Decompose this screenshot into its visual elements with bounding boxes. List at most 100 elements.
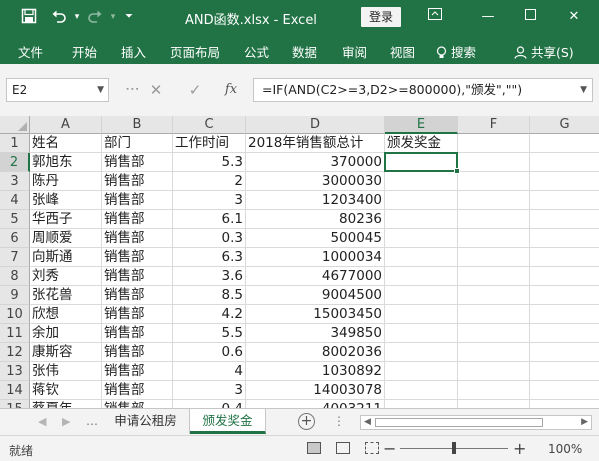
row-header[interactable]: 12 <box>0 343 30 362</box>
cancel-formula-button[interactable]: ✕ <box>144 78 168 102</box>
cell-b15[interactable]: 销售部 <box>102 400 173 408</box>
column-header-d[interactable]: D <box>246 116 385 134</box>
cell-c11[interactable]: 5.5 <box>173 324 246 343</box>
fill-handle[interactable] <box>454 168 460 174</box>
expand-formula-icon[interactable]: ▼ <box>580 79 587 101</box>
cell-f3[interactable] <box>458 172 530 191</box>
cell-a12[interactable]: 康斯容 <box>30 343 102 362</box>
cell-e2[interactable] <box>385 153 458 172</box>
cell-c14[interactable]: 3 <box>173 381 246 400</box>
cell-a7[interactable]: 向斯通 <box>30 248 102 267</box>
cell-e7[interactable] <box>385 248 458 267</box>
cell-g1[interactable] <box>530 134 599 153</box>
cell-g15[interactable] <box>530 400 599 408</box>
share-button[interactable]: 共享(S) <box>514 42 574 61</box>
page-layout-view-icon[interactable] <box>336 442 350 454</box>
spreadsheet-grid[interactable]: A B C D E F G 1 姓名 部门 工作时间 2018年销售额总计 颁发奖金 2 郭旭东 销售部 5.3… <box>0 116 599 408</box>
insert-function-button[interactable]: fx <box>219 78 243 102</box>
scroll-right-arrow-icon[interactable]: ▶ <box>581 416 588 429</box>
undo-dropdown-icon[interactable]: ▾ <box>68 8 86 26</box>
close-icon[interactable]: ✕ <box>562 7 586 27</box>
row-header[interactable]: 9 <box>0 286 30 305</box>
cell-e12[interactable] <box>385 343 458 362</box>
menu-file[interactable]: 文件 <box>18 42 43 61</box>
cell-c15[interactable]: 0.4 <box>173 400 246 408</box>
cell-d5[interactable]: 80236 <box>246 210 385 229</box>
scroll-left-arrow-icon[interactable]: ◀ <box>364 416 371 429</box>
cell-a8[interactable]: 刘秀 <box>30 267 102 286</box>
cell-d14[interactable]: 14003078 <box>246 381 385 400</box>
cell-g11[interactable] <box>530 324 599 343</box>
menu-home[interactable]: 开始 <box>72 42 97 61</box>
select-all-corner[interactable] <box>0 116 30 134</box>
maximize-icon[interactable] <box>518 7 542 27</box>
cell-a2[interactable]: 郭旭东 <box>30 153 102 172</box>
cell-c5[interactable]: 6.1 <box>173 210 246 229</box>
cell-d10[interactable]: 15003450 <box>246 305 385 324</box>
column-header-e[interactable]: E <box>385 116 458 134</box>
cell-f2[interactable] <box>458 153 530 172</box>
cell-g3[interactable] <box>530 172 599 191</box>
save-icon[interactable] <box>20 8 38 26</box>
add-sheet-icon[interactable]: + <box>298 413 315 430</box>
cell-b13[interactable]: 销售部 <box>102 362 173 381</box>
row-header[interactable]: 11 <box>0 324 30 343</box>
column-header-a[interactable]: A <box>30 116 102 134</box>
zoom-level[interactable]: 100% <box>548 442 582 456</box>
cell-e9[interactable] <box>385 286 458 305</box>
cell-d2[interactable]: 370000 <box>246 153 385 172</box>
cell-b8[interactable]: 销售部 <box>102 267 173 286</box>
cell-e11[interactable] <box>385 324 458 343</box>
row-header[interactable]: 7 <box>0 248 30 267</box>
column-header-g[interactable]: G <box>530 116 599 134</box>
login-button[interactable]: 登录 <box>361 7 401 27</box>
cell-f13[interactable] <box>458 362 530 381</box>
cell-b12[interactable]: 销售部 <box>102 343 173 362</box>
cell-a10[interactable]: 欣想 <box>30 305 102 324</box>
cell-d15[interactable]: 4003211 <box>246 400 385 408</box>
cell-f1[interactable] <box>458 134 530 153</box>
row-header[interactable]: 13 <box>0 362 30 381</box>
sheet-tab-rental[interactable]: 申请公租房 <box>102 409 190 434</box>
cell-d12[interactable]: 8002036 <box>246 343 385 362</box>
cell-a14[interactable]: 蒋钦 <box>30 381 102 400</box>
cell-b14[interactable]: 销售部 <box>102 381 173 400</box>
cell-f9[interactable] <box>458 286 530 305</box>
cell-d13[interactable]: 1030892 <box>246 362 385 381</box>
minimize-icon[interactable]: — <box>476 7 500 27</box>
cell-d7[interactable]: 1000034 <box>246 248 385 267</box>
cell-g9[interactable] <box>530 286 599 305</box>
cell-d8[interactable]: 4677000 <box>246 267 385 286</box>
cell-f14[interactable] <box>458 381 530 400</box>
row-header[interactable]: 15 <box>0 400 30 408</box>
cell-a1[interactable]: 姓名 <box>30 134 102 153</box>
tabs-overflow-icon[interactable]: … <box>86 414 98 428</box>
cell-d11[interactable]: 349850 <box>246 324 385 343</box>
cell-e4[interactable] <box>385 191 458 210</box>
cell-c9[interactable]: 8.5 <box>173 286 246 305</box>
row-header[interactable]: 3 <box>0 172 30 191</box>
menu-insert[interactable]: 插入 <box>121 42 146 61</box>
cell-f4[interactable] <box>458 191 530 210</box>
cell-e8[interactable] <box>385 267 458 286</box>
cell-f6[interactable] <box>458 229 530 248</box>
cell-c12[interactable]: 0.6 <box>173 343 246 362</box>
undo-icon[interactable] <box>50 8 68 26</box>
cell-g4[interactable] <box>530 191 599 210</box>
cell-g7[interactable] <box>530 248 599 267</box>
cell-d9[interactable]: 9004500 <box>246 286 385 305</box>
cell-e1[interactable]: 颁发奖金 <box>385 134 458 153</box>
cell-d3[interactable]: 3000030 <box>246 172 385 191</box>
cell-b7[interactable]: 销售部 <box>102 248 173 267</box>
horizontal-scrollbar[interactable]: ◀ ▶ <box>360 415 592 430</box>
cell-g8[interactable] <box>530 267 599 286</box>
menu-review[interactable]: 审阅 <box>342 42 367 61</box>
resize-handle-icon[interactable]: ⋮ <box>124 82 140 95</box>
cell-a6[interactable]: 周顺爱 <box>30 229 102 248</box>
cell-e14[interactable] <box>385 381 458 400</box>
cell-c3[interactable]: 2 <box>173 172 246 191</box>
row-header[interactable]: 1 <box>0 134 30 153</box>
cell-c6[interactable]: 0.3 <box>173 229 246 248</box>
cell-f8[interactable] <box>458 267 530 286</box>
menu-view[interactable]: 视图 <box>390 42 415 61</box>
